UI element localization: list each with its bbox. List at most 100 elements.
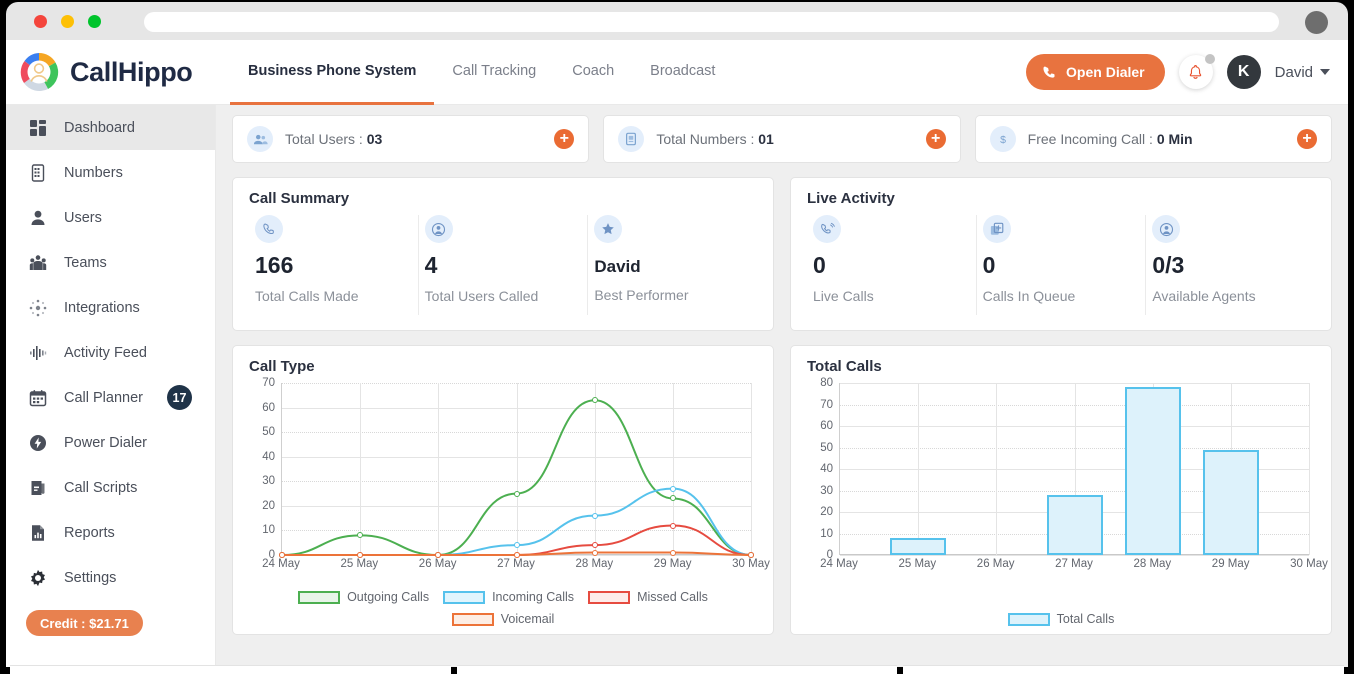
bar[interactable] <box>1125 387 1181 555</box>
legend-item[interactable]: Outgoing Calls <box>298 590 429 604</box>
y-tick-label: 70 <box>262 377 275 389</box>
phone-ring-icon <box>813 215 841 243</box>
user-circle-icon <box>425 215 453 243</box>
maximize-window-button[interactable] <box>88 15 101 28</box>
x-tick-label: 28 May <box>1133 558 1171 570</box>
data-point-marker[interactable] <box>514 542 520 548</box>
legend-item[interactable]: Total Calls <box>1008 612 1115 626</box>
notification-badge <box>1205 54 1215 64</box>
tab-call-tracking[interactable]: Call Tracking <box>434 40 554 105</box>
legend-swatch <box>1008 613 1050 626</box>
sidebar-label-numbers: Numbers <box>64 165 123 181</box>
data-point-marker[interactable] <box>592 513 598 519</box>
app-header: CallHippo Business Phone System Call Tra… <box>6 40 1348 105</box>
sidebar-item-activity-feed[interactable]: Activity Feed <box>6 330 215 375</box>
gear-icon <box>28 568 48 588</box>
avatar[interactable]: K <box>1227 55 1261 89</box>
legend-item[interactable]: Voicemail <box>452 612 555 626</box>
x-tick-label: 29 May <box>654 558 692 570</box>
data-point-marker[interactable] <box>670 550 676 556</box>
brand-logo[interactable]: CallHippo <box>6 51 216 93</box>
total-calls-y-axis: 01020304050607080 <box>807 383 837 555</box>
call-type-legend: Outgoing Calls Incoming Calls Missed Calls… <box>233 590 773 626</box>
star-icon <box>594 215 622 243</box>
main-nav: Business Phone System Call Tracking Coac… <box>230 40 733 105</box>
line-path <box>282 400 751 555</box>
legend-item[interactable]: Missed Calls <box>588 590 708 604</box>
legend-item[interactable]: Incoming Calls <box>443 590 574 604</box>
bell-icon <box>1187 64 1204 81</box>
bar[interactable] <box>1203 450 1259 555</box>
stat-label-total-users: Total Users : 03 <box>285 131 382 147</box>
sidebar-label-integrations: Integrations <box>64 300 140 316</box>
bar[interactable] <box>890 538 946 555</box>
chevron-down-icon <box>1320 69 1330 75</box>
vertical-gridline <box>996 383 997 555</box>
total-calls-x-axis: 24 May25 May26 May27 May28 May29 May30 M… <box>839 558 1309 578</box>
call-type-chart-title: Call Type <box>249 358 757 375</box>
charts-row: Call Type 010203040506070 24 May25 May26… <box>232 345 1332 635</box>
y-tick-label: 50 <box>820 442 833 454</box>
open-dialer-button[interactable]: Open Dialer <box>1026 54 1165 90</box>
gridline <box>840 555 1309 556</box>
data-point-marker[interactable] <box>514 491 520 497</box>
data-point-marker[interactable] <box>592 550 598 556</box>
activity-value-calls-in-queue: 0 <box>983 253 1146 278</box>
stat-card-total-numbers: Total Numbers : 01 + <box>603 115 960 163</box>
x-tick-label: 30 May <box>732 558 770 570</box>
tab-business-phone-system[interactable]: Business Phone System <box>230 40 434 105</box>
sidebar-item-integrations[interactable]: Integrations <box>6 285 215 330</box>
line-series-svg <box>282 383 751 555</box>
bar[interactable] <box>1047 495 1103 555</box>
stat-value-total-numbers: 01 <box>758 131 774 147</box>
sidebar-item-power-dialer[interactable]: Power Dialer <box>6 420 215 465</box>
tab-coach[interactable]: Coach <box>554 40 632 105</box>
browser-profile-icon[interactable] <box>1305 11 1328 34</box>
x-tick-label: 27 May <box>497 558 535 570</box>
sidebar-item-settings[interactable]: Settings <box>6 555 215 600</box>
summary-cell-total-calls-made: 166 Total Calls Made <box>249 215 419 315</box>
data-point-marker[interactable] <box>592 542 598 548</box>
sidebar-item-reports[interactable]: Reports <box>6 510 215 555</box>
call-type-plot <box>281 383 751 555</box>
data-point-marker[interactable] <box>670 486 676 492</box>
browser-window: CallHippo Business Phone System Call Tra… <box>0 0 1354 674</box>
sidebar-item-teams[interactable]: Teams <box>6 240 215 285</box>
sidebar-label-call-scripts: Call Scripts <box>64 480 137 496</box>
x-tick-label: 28 May <box>575 558 613 570</box>
teams-icon <box>28 253 48 273</box>
data-point-marker[interactable] <box>592 397 598 403</box>
sidebar-item-call-planner[interactable]: Call Planner 17 <box>6 375 215 420</box>
sidebar-item-users[interactable]: Users <box>6 195 215 240</box>
notifications-button[interactable] <box>1179 55 1213 89</box>
add-number-button[interactable]: + <box>926 129 946 149</box>
vertical-gridline <box>918 383 919 555</box>
x-tick-label: 27 May <box>1055 558 1093 570</box>
credit-badge[interactable]: Credit : $21.71 <box>26 610 143 636</box>
address-bar[interactable] <box>144 12 1279 32</box>
sidebar-item-dashboard[interactable]: Dashboard <box>6 105 215 150</box>
total-calls-chart-title: Total Calls <box>807 358 1315 375</box>
activity-cell-live-calls: 0 Live Calls <box>807 215 977 315</box>
sidebar-label-activity-feed: Activity Feed <box>64 345 147 361</box>
call-planner-badge: 17 <box>167 385 192 410</box>
vertical-gridline <box>1309 383 1310 555</box>
calendar-icon <box>28 388 48 408</box>
user-menu[interactable]: David <box>1275 64 1330 81</box>
minimize-window-button[interactable] <box>61 15 74 28</box>
close-window-button[interactable] <box>34 15 47 28</box>
x-tick-label: 29 May <box>1212 558 1250 570</box>
phone-icon <box>1042 65 1057 80</box>
legend-swatch <box>588 591 630 604</box>
tab-broadcast[interactable]: Broadcast <box>632 40 733 105</box>
background-cards-sliver <box>0 665 1354 674</box>
add-credit-button[interactable]: + <box>1297 129 1317 149</box>
data-point-marker[interactable] <box>670 523 676 529</box>
open-dialer-label: Open Dialer <box>1066 64 1145 80</box>
x-tick-label: 25 May <box>340 558 378 570</box>
sidebar-item-call-scripts[interactable]: Call Scripts <box>6 465 215 510</box>
add-user-button[interactable]: + <box>554 129 574 149</box>
y-tick-label: 40 <box>820 463 833 475</box>
sidebar-label-settings: Settings <box>64 570 116 586</box>
sidebar-item-numbers[interactable]: Numbers <box>6 150 215 195</box>
